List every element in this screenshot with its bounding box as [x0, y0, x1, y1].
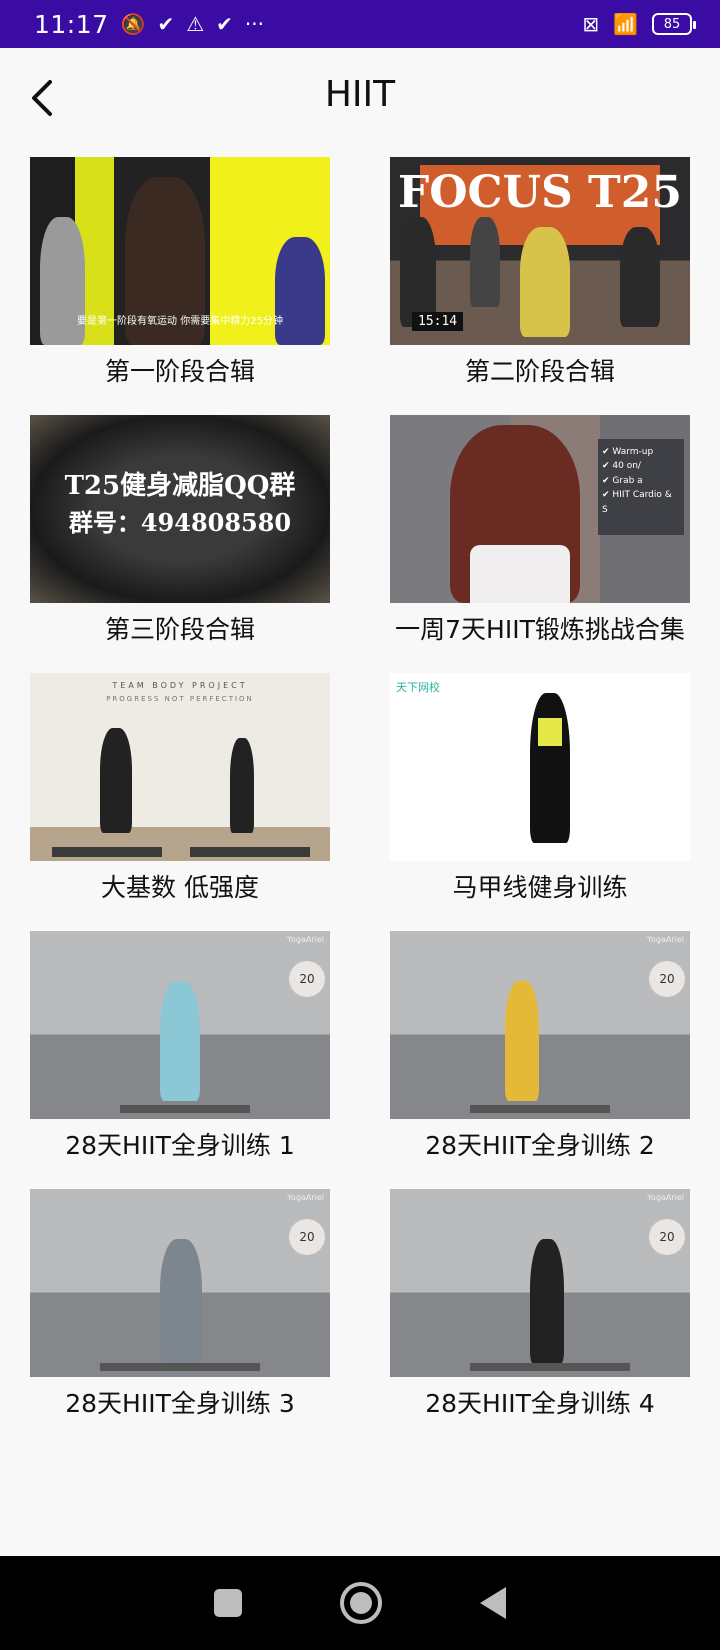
subtitle-overlay: 要是第一阶段有氧运动 你需要集中精力25分钟 — [77, 316, 283, 327]
trainer-figure — [160, 1239, 202, 1364]
video-thumbnail[interactable]: 要是第一阶段有氧运动 你需要集中精力25分钟 — [30, 157, 330, 345]
video-title: 大基数 低强度 — [101, 873, 259, 902]
watermark: YogaAriel — [287, 1193, 324, 1202]
day-badge: 20 — [649, 961, 685, 997]
check-icon: ✔ — [216, 12, 233, 36]
video-thumbnail[interactable]: YogaAriel 20 — [390, 1189, 690, 1377]
video-title: 28天HIIT全身训练 1 — [65, 1131, 295, 1160]
trainer-figure — [160, 981, 200, 1101]
video-card[interactable]: FOCUS T25 15:14 第二阶段合辑 — [390, 157, 690, 387]
video-thumbnail[interactable]: ✔ Warm-up ✔ 40 on/ ✔ Grab a ✔ HIIT Cardi… — [390, 415, 690, 603]
brand-overlay: FOCUS T25 — [397, 167, 683, 218]
video-card[interactable]: TEAM BODY PROJECT PROGRESS NOT PERFECTIO… — [30, 673, 330, 903]
video-title: 28天HIIT全身训练 2 — [425, 1131, 655, 1160]
video-card[interactable]: YogaAriel 20 28天HIIT全身训练 3 — [30, 1189, 330, 1419]
trainer-top — [538, 718, 562, 746]
video-card[interactable]: YogaAriel 20 28天HIIT全身训练 1 — [30, 931, 330, 1161]
exercise-mat — [470, 1363, 630, 1371]
watermark: YogaAriel — [647, 935, 684, 944]
exercise-mat — [100, 1363, 260, 1371]
check-icon: ✔ — [157, 12, 175, 36]
exercise-mat — [190, 847, 310, 857]
nav-back-button[interactable] — [480, 1587, 506, 1619]
app-header: HIIT — [0, 48, 720, 152]
checklist-item: ✔ Warm-up — [602, 447, 654, 457]
video-thumbnail[interactable]: YogaAriel 20 — [30, 1189, 330, 1377]
day-badge: 20 — [289, 1219, 325, 1255]
video-thumbnail[interactable]: TEAM BODY PROJECT PROGRESS NOT PERFECTIO… — [30, 673, 330, 861]
trainer-figure — [400, 217, 436, 327]
recents-button[interactable] — [214, 1589, 242, 1617]
video-title: 第三阶段合辑 — [104, 615, 255, 644]
home-button[interactable] — [340, 1582, 382, 1624]
exercise-mat — [52, 847, 162, 857]
exercise-mat — [470, 1105, 610, 1113]
trainer-figure — [530, 1239, 564, 1364]
video-title: 马甲线健身训练 — [452, 873, 628, 902]
trainer-top — [470, 545, 570, 603]
video-title: 一周7天HIIT锻炼挑战合集 — [395, 615, 685, 644]
system-nav-bar — [0, 1556, 720, 1650]
trainer-figure — [530, 693, 570, 843]
video-title: 第一阶段合辑 — [104, 357, 255, 386]
wifi-icon: 📶 — [613, 12, 638, 36]
video-title: 第二阶段合辑 — [464, 357, 615, 386]
video-thumbnail[interactable]: FOCUS T25 15:14 — [390, 157, 690, 345]
day-badge: 20 — [289, 961, 325, 997]
page-title: HIIT — [324, 74, 396, 115]
video-title: 28天HIIT全身训练 4 — [425, 1389, 655, 1418]
video-card[interactable]: T25健身减脂QQ群 群号：494808580 第三阶段合辑 — [30, 415, 330, 645]
trainer-figure — [520, 227, 570, 337]
brand-overlay: TEAM BODY PROJECT — [112, 681, 248, 690]
workout-checklist: ✔ Warm-up ✔ 40 on/ ✔ Grab a ✔ HIIT Cardi… — [598, 439, 684, 535]
status-bar: 11:17 🔕 ✔ ⚠ ✔ ··· ⊠ 📶 85 — [0, 0, 720, 48]
video-title: 28天HIIT全身训练 3 — [65, 1389, 295, 1418]
video-card[interactable]: 要是第一阶段有氧运动 你需要集中精力25分钟 第一阶段合辑 — [30, 157, 330, 387]
battery-indicator: 85 — [652, 13, 696, 35]
status-right: ⊠ 📶 85 — [582, 12, 696, 36]
video-card[interactable]: 天下网校 马甲线健身训练 — [390, 673, 690, 903]
status-left: 11:17 🔕 ✔ ⚠ ✔ ··· — [34, 10, 264, 39]
qq-group-title: T25健身减脂QQ群 — [64, 471, 296, 501]
more-icon: ··· — [244, 12, 264, 36]
trainer-figure — [505, 981, 539, 1101]
muted-icon: 🔕 — [120, 12, 146, 36]
video-thumbnail[interactable]: YogaAriel 20 — [30, 931, 330, 1119]
trainer-figure — [100, 728, 132, 833]
watermark: YogaAriel — [647, 1193, 684, 1202]
round-timer: 15:14 — [412, 312, 464, 331]
sim-error-icon: ⊠ — [582, 12, 600, 36]
video-thumbnail[interactable]: YogaAriel 20 — [390, 931, 690, 1119]
checklist-item: ✔ Grab a — [602, 475, 643, 486]
status-time: 11:17 — [34, 9, 109, 39]
warning-icon: ⚠ — [186, 12, 205, 36]
brand-overlay: 天下网校 — [396, 681, 440, 694]
trainer-figure — [230, 738, 254, 833]
exercise-mat — [120, 1105, 250, 1113]
day-badge: 20 — [649, 1219, 685, 1255]
checklist-item: ✔ 40 on/ — [602, 461, 641, 472]
video-card[interactable]: YogaAriel 20 28天HIIT全身训练 2 — [390, 931, 690, 1161]
trainer-figure — [470, 217, 500, 307]
video-thumbnail[interactable]: T25健身减脂QQ群 群号：494808580 — [30, 415, 330, 603]
video-card[interactable]: ✔ Warm-up ✔ 40 on/ ✔ Grab a ✔ HIIT Cardi… — [390, 415, 690, 645]
video-thumbnail[interactable]: 天下网校 — [390, 673, 690, 861]
qq-group-number: 群号：494808580 — [68, 508, 292, 537]
brand-subtitle: PROGRESS NOT PERFECTION — [106, 695, 254, 703]
trainer-figure — [620, 227, 660, 327]
video-card[interactable]: YogaAriel 20 28天HIIT全身训练 4 — [390, 1189, 690, 1419]
video-grid: 要是第一阶段有氧运动 你需要集中精力25分钟 第一阶段合辑 FOCUS T25 … — [30, 157, 690, 1419]
watermark: YogaAriel — [287, 935, 324, 944]
checklist-item: ✔ HIIT Cardio & S — [602, 490, 672, 515]
trainer-figure — [275, 237, 325, 345]
